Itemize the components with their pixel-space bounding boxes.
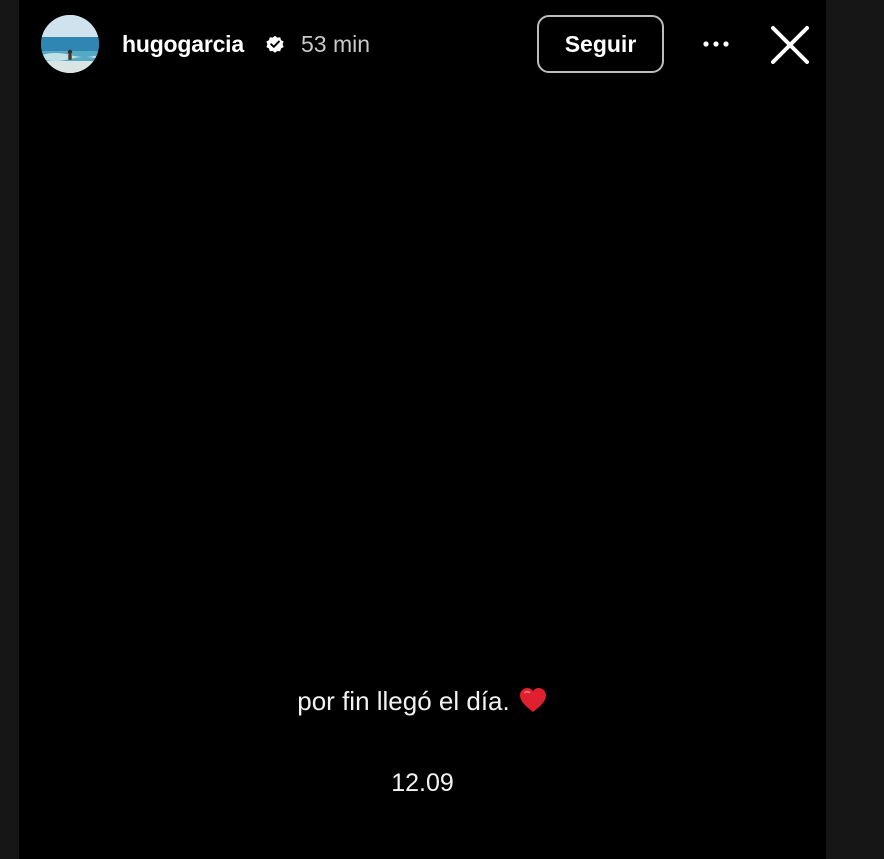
heart-emoji-icon: [519, 688, 546, 712]
backdrop-left: [0, 0, 19, 859]
backdrop-right: [826, 0, 884, 859]
verified-badge-icon: [266, 35, 284, 53]
username[interactable]: hugogarcia: [122, 28, 244, 60]
follow-button[interactable]: Seguir: [537, 15, 664, 73]
post-time: 53 min: [301, 31, 371, 57]
story-caption: por fin llegó el día.: [19, 683, 826, 719]
story-date: 12.09: [391, 769, 454, 797]
avatar[interactable]: [41, 15, 99, 73]
close-icon[interactable]: [767, 22, 813, 68]
more-options-icon[interactable]: [697, 28, 735, 60]
story-viewer[interactable]: hugogarcia 53 min Seguir por fin llegó e…: [19, 0, 826, 859]
avatar-image: [41, 15, 99, 73]
caption-text: por fin llegó el día.: [297, 686, 510, 716]
